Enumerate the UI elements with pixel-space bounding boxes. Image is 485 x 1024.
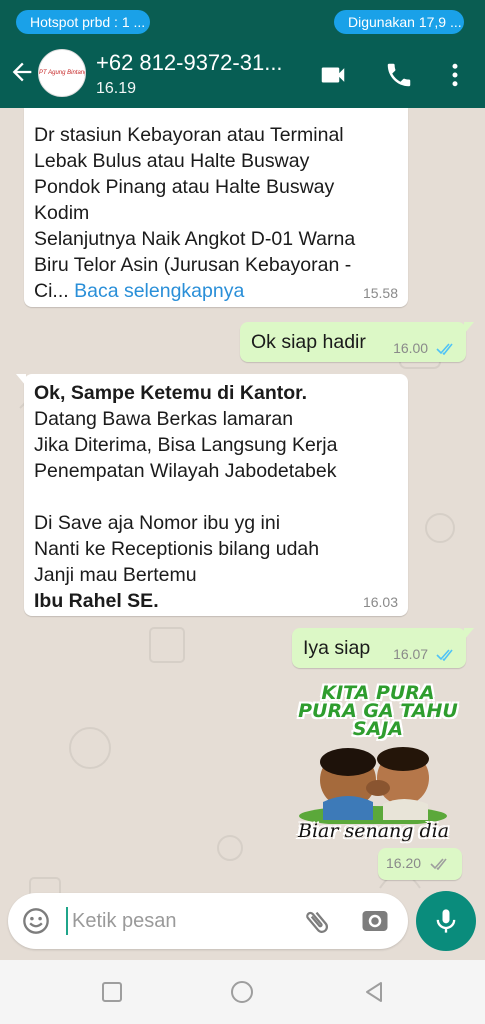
bubble-tail — [464, 628, 474, 640]
sticker-caption: SAJA — [352, 718, 404, 740]
last-seen: 16.19 — [96, 80, 137, 97]
delivered-ticks-icon — [430, 858, 447, 870]
message-line: Janji mau Bertemu — [34, 564, 197, 586]
message-incoming[interactable]: Dr stasiun Kebayoran atau Terminal Lebak… — [24, 108, 408, 307]
message-composer — [8, 893, 408, 949]
message-time: 16.07 — [393, 646, 429, 662]
home-icon[interactable] — [230, 980, 254, 1004]
message-time-wrap: 16.00 — [393, 340, 456, 356]
phone-icon[interactable] — [384, 60, 414, 90]
sticker-time: 16.20 — [378, 848, 462, 880]
read-more-link[interactable]: Baca selengkapnya — [74, 280, 244, 302]
message-time: 15.58 — [362, 285, 398, 301]
message-input[interactable] — [66, 907, 286, 935]
message-time: 16.03 — [362, 594, 398, 610]
emoji-icon[interactable] — [22, 907, 50, 935]
message-outgoing[interactable]: Ok siap hadir 16.00 — [240, 322, 474, 362]
message-time-wrap: 16.07 — [393, 646, 456, 662]
message-outgoing[interactable]: Iya siap 16.07 — [292, 628, 474, 668]
bubble-tail — [464, 322, 474, 334]
sticker-image — [299, 747, 447, 824]
chat-area[interactable]: Dr stasiun Kebayoran atau Terminal Lebak… — [0, 108, 485, 955]
message-time: 16.20 — [386, 855, 422, 871]
attach-icon[interactable] — [302, 907, 332, 937]
read-ticks-icon — [436, 649, 453, 662]
message-time: 16.00 — [393, 340, 429, 356]
video-call-icon[interactable] — [318, 60, 348, 90]
message-line: Selanjutnya Naik Angkot D-01 Warna — [34, 228, 356, 250]
message-incoming[interactable]: Ok, Sampe Ketemu di Kantor. Datang Bawa … — [16, 374, 408, 616]
system-navigation-bar — [0, 960, 485, 1024]
back-nav-icon[interactable] — [362, 980, 386, 1004]
data-usage-notification[interactable]: Digunakan 17,9 ... — [334, 10, 464, 34]
message-line-bold: Ok, Sampe Ketemu di Kantor. — [34, 382, 308, 404]
mic-icon — [436, 909, 456, 933]
message-line-bold: Ibu Rahel SE. — [34, 590, 159, 612]
camera-icon[interactable] — [360, 906, 390, 936]
message-text: Iya siap — [303, 637, 371, 659]
recents-icon[interactable] — [100, 980, 124, 1004]
bubble-tail — [16, 374, 26, 386]
avatar-logo-text: PT Agung Bintang Mitra — [39, 70, 86, 76]
mic-button[interactable] — [416, 891, 476, 951]
message-line: Di Save aja Nomor ibu yg ini — [34, 512, 281, 534]
truncated-text: Ci... — [34, 280, 69, 302]
message-line: Nanti ke Receptionis bilang udah — [34, 538, 320, 560]
contact-name[interactable]: +62 812-9372-31... — [96, 50, 283, 76]
message-line-last: Ci... Baca selengkapnya — [34, 278, 355, 304]
more-vert-icon[interactable] — [440, 60, 470, 90]
back-arrow-icon[interactable] — [8, 58, 36, 86]
status-bar: Hotspot prbd : 1 ... Digunakan 17,9 ... — [0, 0, 485, 40]
sticker-caption: Biar senang dia — [298, 820, 450, 842]
message-line: Penempatan Wilayah Jabodetabek — [34, 460, 337, 482]
message-line: Biru Telor Asin (Jurusan Kebayoran - — [34, 254, 352, 276]
avatar[interactable]: PT Agung Bintang Mitra — [38, 49, 86, 97]
message-line: Kodim — [34, 202, 90, 224]
message-text: Ok siap hadir — [251, 331, 366, 353]
read-ticks-icon — [436, 343, 453, 356]
message-line: Datang Bawa Berkas lamaran — [34, 408, 294, 430]
sticker-message[interactable]: KITA PURA PURA GA TAHU SAJA Biar senang … — [292, 680, 464, 852]
message-line: Lebak Bulus atau Halte Busway — [34, 150, 310, 172]
chat-header: PT Agung Bintang Mitra +62 812-9372-31..… — [0, 40, 485, 108]
hotspot-notification[interactable]: Hotspot prbd : 1 ... — [16, 10, 150, 34]
message-line: Dr stasiun Kebayoran atau Terminal — [34, 124, 344, 146]
message-line: Pondok Pinang atau Halte Busway — [34, 176, 335, 198]
message-line: Jika Diterima, Bisa Langsung Kerja — [34, 434, 338, 456]
